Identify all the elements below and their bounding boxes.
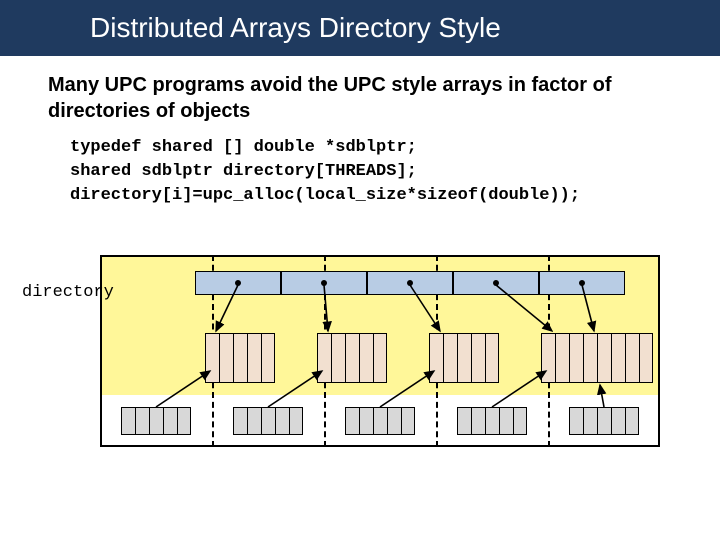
pointer-dot (321, 280, 327, 286)
shared-block (583, 333, 653, 383)
shared-block (205, 333, 275, 383)
private-block (233, 407, 303, 435)
slide-title: Distributed Arrays Directory Style (90, 12, 501, 44)
directory-cell (453, 271, 539, 295)
shared-block (317, 333, 387, 383)
private-block (121, 407, 191, 435)
directory-cell (367, 271, 453, 295)
slide-title-bar: Distributed Arrays Directory Style (0, 0, 720, 56)
private-block (569, 407, 639, 435)
pointer-dot (235, 280, 241, 286)
directory-cell (539, 271, 625, 295)
shared-block (429, 333, 499, 383)
memory-diagram: directory (100, 255, 660, 455)
code-line-2: shared sdblptr directory[THREADS]; (70, 160, 720, 184)
code-line-3: directory[i]=upc_alloc(local_size*sizeof… (70, 184, 720, 208)
private-block (457, 407, 527, 435)
pointer-dot (579, 280, 585, 286)
pointer-dot (493, 280, 499, 286)
pointer-dot (407, 280, 413, 286)
slide-subtitle: Many UPC programs avoid the UPC style ar… (0, 56, 720, 136)
private-block (345, 407, 415, 435)
code-block: typedef shared [] double *sdblptr; share… (0, 136, 720, 207)
directory-cell (195, 271, 281, 295)
directory-cell (281, 271, 367, 295)
code-line-1: typedef shared [] double *sdblptr; (70, 136, 720, 160)
directory-label: directory (22, 283, 114, 302)
